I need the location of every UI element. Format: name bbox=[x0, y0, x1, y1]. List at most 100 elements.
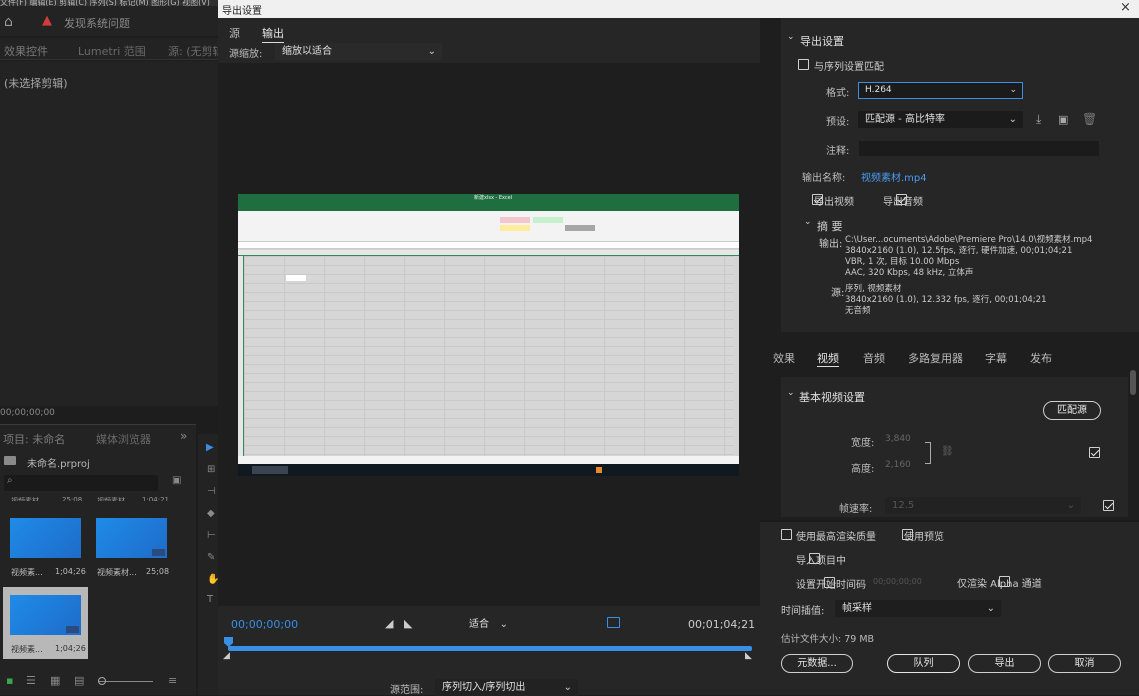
max-render-quality-label: 使用最高渲染质量 bbox=[796, 532, 876, 543]
comments-input[interactable] bbox=[859, 141, 1099, 156]
list-view-icon[interactable]: ☰ bbox=[26, 674, 36, 687]
scrollbar[interactable] bbox=[1130, 370, 1136, 395]
project-item-selected[interactable]: 视频素... 1;04;26 bbox=[3, 587, 88, 659]
warning-text[interactable]: 发现系统问题 bbox=[64, 15, 130, 31]
options-section: 使用最高渲染质量 使用预览 导入项目中 设置开始时间码 00;00;00;00 … bbox=[760, 520, 1139, 695]
slip-icon[interactable]: ⊢ bbox=[207, 530, 216, 541]
freeform-view-icon[interactable]: ▤ bbox=[74, 674, 84, 687]
collapse-summary-icon[interactable]: ⌄ bbox=[804, 217, 812, 227]
set-out-point-icon[interactable]: ◣ bbox=[404, 617, 412, 630]
home-icon[interactable]: ⌂ bbox=[4, 14, 13, 30]
type-icon[interactable]: T bbox=[207, 594, 213, 605]
zoom-slider[interactable] bbox=[98, 681, 153, 682]
pen-icon[interactable]: ✎ bbox=[207, 552, 215, 563]
start-timecode-value[interactable]: 00;00;00;00 bbox=[873, 577, 922, 586]
top-item-dur-1: 25;08 bbox=[62, 496, 83, 501]
height-label: 高度: bbox=[851, 464, 875, 475]
timeline-track[interactable] bbox=[228, 646, 752, 651]
tab-video[interactable]: 视频 bbox=[817, 350, 839, 367]
tab-source-preview[interactable]: 源 bbox=[229, 25, 240, 41]
top-item-dur-2: 1;04;21 bbox=[142, 496, 169, 501]
project-item[interactable]: 视频素材... 25;08 bbox=[91, 511, 173, 583]
app-header: ⌂ ▲ 发现系统问题 bbox=[0, 6, 218, 36]
out-point-marker[interactable]: ◣ bbox=[745, 651, 752, 661]
effect-time: 00;00;00;00 bbox=[0, 408, 55, 418]
icon-view-icon[interactable]: ▦ bbox=[50, 674, 60, 687]
thumbnail bbox=[10, 595, 81, 635]
format-select[interactable]: H.264 ⌄ bbox=[858, 82, 1023, 99]
tab-effects[interactable]: 效果 bbox=[773, 350, 795, 366]
item-name: 视频素材... bbox=[97, 568, 137, 577]
in-point-marker[interactable]: ◢ bbox=[223, 651, 230, 661]
tab-multiplexer[interactable]: 多路复用器 bbox=[908, 350, 963, 366]
output-name-label: 输出名称: bbox=[802, 173, 846, 184]
chevron-down-icon: ⌄ bbox=[563, 682, 572, 693]
max-render-quality-checkbox[interactable] bbox=[781, 529, 792, 540]
height-value[interactable]: 2,160 bbox=[885, 460, 911, 470]
settings-panel: ⌄ 导出设置 与序列设置匹配 格式: H.264 ⌄ 预设: 匹配源 - 高比特率… bbox=[760, 18, 1139, 695]
timecode-start[interactable]: 00;00;00;00 bbox=[231, 618, 298, 631]
sort-icon[interactable]: ≡ bbox=[168, 674, 177, 687]
aspect-ratio-icon[interactable] bbox=[607, 617, 620, 628]
item-duration: 25;08 bbox=[146, 567, 170, 576]
chain-link-icon[interactable]: ⛓ bbox=[941, 446, 954, 457]
source-scale-select[interactable]: 缩放以适合 ⌄ bbox=[275, 43, 442, 60]
match-sequence-checkbox[interactable] bbox=[798, 59, 809, 70]
tab-effect-controls[interactable]: 效果控件 bbox=[4, 43, 48, 59]
track-select-icon[interactable]: ⊞ bbox=[207, 464, 215, 475]
delete-preset-icon[interactable]: 🗑 bbox=[1082, 112, 1097, 126]
width-label: 宽度: bbox=[851, 438, 875, 449]
tab-captions[interactable]: 字幕 bbox=[985, 350, 1007, 366]
save-preset-icon[interactable]: ⤓ bbox=[1036, 112, 1041, 127]
collapse-video-icon[interactable]: ⌄ bbox=[787, 388, 795, 398]
effects-tabs: 效果控件 Lumetri 范围 源: (无剪辑) bbox=[0, 38, 228, 60]
project-search[interactable]: ⌕ bbox=[4, 475, 158, 491]
top-item-name-1: 视频素材... bbox=[11, 497, 46, 501]
tab-media-browser[interactable]: 媒体浏览器 bbox=[96, 431, 151, 447]
import-project-label: 导入项目中 bbox=[796, 556, 846, 567]
format-label: 格式: bbox=[826, 88, 850, 99]
preset-select[interactable]: 匹配源 - 高比特率 ⌄ bbox=[858, 111, 1023, 128]
new-bin-icon[interactable]: ▣ bbox=[172, 475, 181, 486]
set-in-point-icon[interactable]: ◢ bbox=[385, 617, 393, 630]
frame-rate-label: 帧速率: bbox=[839, 504, 873, 515]
tab-output-preview[interactable]: 输出 bbox=[262, 25, 284, 43]
selection-tool-icon[interactable]: ▶ bbox=[206, 442, 214, 453]
export-button[interactable]: 导出 bbox=[968, 654, 1041, 673]
tab-audio[interactable]: 音频 bbox=[863, 350, 885, 366]
zoom-handle[interactable] bbox=[98, 677, 106, 685]
source-scale-label: 源缩放: bbox=[229, 49, 263, 60]
project-item[interactable]: 视频素... 1;04;26 bbox=[5, 511, 87, 583]
time-interpolation-select[interactable]: 帧采样 ⌄ bbox=[835, 600, 1001, 617]
import-preset-icon[interactable]: ▣ bbox=[1058, 113, 1068, 126]
frame-rate-select[interactable]: 12.5 ⌄ bbox=[885, 497, 1081, 514]
cancel-button[interactable]: 取消 bbox=[1048, 654, 1121, 673]
metadata-button[interactable]: 元数据... bbox=[781, 654, 853, 673]
fit-select[interactable]: 适合 ⌄ bbox=[462, 616, 514, 633]
ripple-edit-icon[interactable]: ⊣ bbox=[207, 486, 216, 497]
excel-formula-bar bbox=[238, 242, 739, 249]
use-previews-label: 使用预览 bbox=[904, 532, 944, 543]
settings-tabs: 效果 视频 音频 多路复用器 字幕 发布 bbox=[760, 344, 1139, 367]
source-range-select[interactable]: 序列切入/序列切出 ⌄ bbox=[435, 679, 578, 696]
tab-project[interactable]: 项目: 未命名 bbox=[3, 431, 65, 447]
width-value[interactable]: 3,840 bbox=[885, 434, 911, 444]
match-source-button[interactable]: 匹配源 bbox=[1043, 401, 1101, 420]
collapse-export-icon[interactable]: ⌄ bbox=[787, 32, 795, 42]
warning-icon[interactable]: ▲ bbox=[42, 13, 52, 28]
preview-panel: 源 输出 源缩放: 缩放以适合 ⌄ 新建xlsx - Excel 00;00;0… bbox=[218, 18, 760, 696]
estimated-file-size: 估计文件大小: 79 MB bbox=[781, 634, 875, 645]
alpha-only-label: 仅渲染 Alpha 通道 bbox=[957, 579, 1042, 590]
expand-icon[interactable]: » bbox=[180, 429, 187, 443]
lock-icon[interactable]: ▪ bbox=[6, 674, 13, 687]
comments-label: 注释: bbox=[826, 146, 850, 157]
width-height-checkbox[interactable] bbox=[1089, 447, 1100, 458]
razor-icon[interactable]: ◆ bbox=[207, 508, 215, 519]
output-name-link[interactable]: 视频素材.mp4 bbox=[861, 169, 927, 184]
tab-publish[interactable]: 发布 bbox=[1030, 350, 1052, 366]
tab-lumetri[interactable]: Lumetri 范围 bbox=[78, 43, 146, 59]
close-icon[interactable]: × bbox=[1120, 0, 1131, 15]
frame-rate-checkbox[interactable] bbox=[1103, 500, 1115, 511]
source-range-label: 源范围: bbox=[390, 685, 424, 696]
queue-button[interactable]: 队列 bbox=[887, 654, 960, 673]
